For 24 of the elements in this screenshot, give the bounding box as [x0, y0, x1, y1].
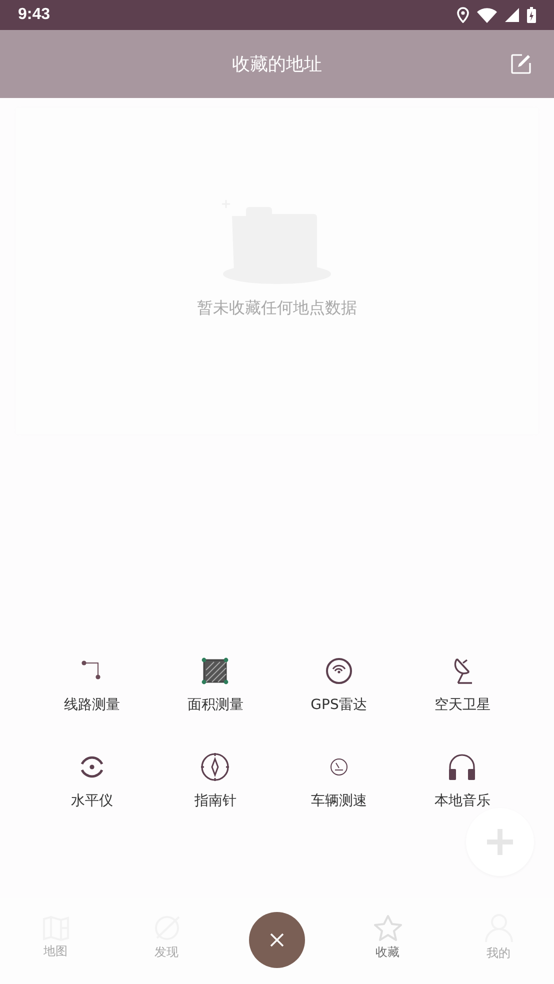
headphones-icon: [447, 752, 478, 782]
tool-item[interactable]: 本地音乐: [400, 752, 524, 810]
status-time: 9:43: [18, 6, 50, 24]
tool-item[interactable]: 面积测量: [154, 656, 277, 714]
tool-item[interactable]: GPS雷达: [277, 656, 400, 714]
close-icon: [270, 933, 284, 947]
tool-item[interactable]: 车辆测速: [277, 752, 400, 810]
area-icon: [201, 656, 230, 686]
location-icon: [457, 7, 469, 23]
page-title: 收藏的地址: [232, 53, 322, 76]
tool-item[interactable]: 空天卫星: [400, 656, 524, 714]
wifi-icon: [477, 8, 497, 22]
tool-item[interactable]: 指南针: [154, 752, 277, 810]
radar-icon: [324, 656, 353, 686]
compass-icon: [200, 752, 230, 782]
battery-icon: [527, 7, 536, 23]
tool-item[interactable]: 水平仪: [30, 752, 154, 810]
plus-icon: [485, 827, 515, 857]
nav-tab[interactable]: 收藏: [332, 914, 443, 960]
empty-message: 暂未收藏任何地点数据: [197, 298, 357, 319]
tool-item[interactable]: 线路测量: [30, 656, 154, 714]
signal-icon: [505, 8, 519, 22]
star-icon: [372, 914, 402, 942]
edit-icon[interactable]: [510, 53, 532, 75]
